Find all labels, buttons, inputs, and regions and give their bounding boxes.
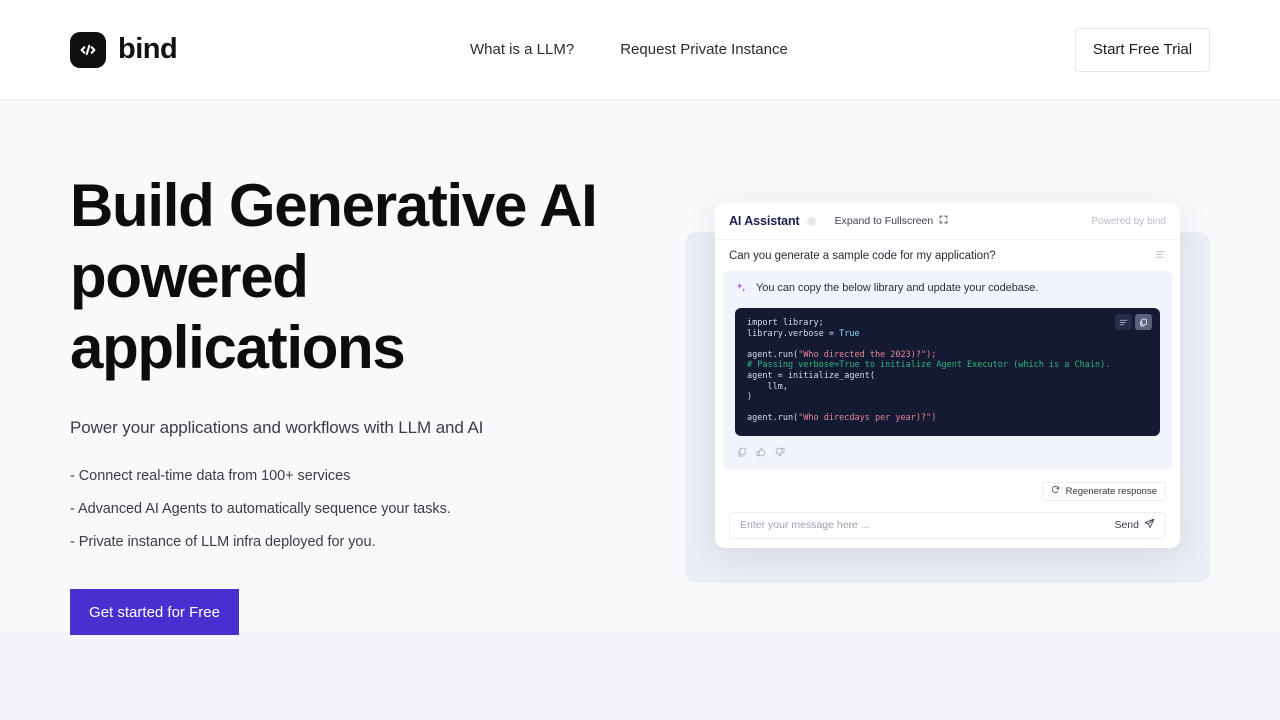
widget-header: AI Assistant Expand to Fullscreen Powere… — [715, 203, 1180, 240]
copy-icon[interactable] — [1135, 314, 1152, 330]
user-message-text: Can you generate a sample code for my ap… — [729, 249, 996, 262]
paper-plane-icon — [1144, 518, 1155, 532]
code-toolbar — [1115, 314, 1152, 330]
status-dot-icon — [806, 216, 816, 226]
brand-name: bind — [118, 33, 178, 65]
regenerate-label: Regenerate response — [1065, 485, 1157, 497]
code-token-bool: True — [839, 328, 860, 339]
page-title: Build Generative AI powered applications — [70, 172, 598, 381]
message-input[interactable] — [740, 519, 1115, 532]
navbar: bind What is a LLM? Request Private Inst… — [0, 0, 1280, 100]
nav-link-what-is-a-llm[interactable]: What is a LLM? — [470, 41, 574, 58]
send-button[interactable]: Send — [1114, 518, 1155, 532]
copy-icon[interactable] — [737, 444, 747, 462]
ai-assistant-widget: AI Assistant Expand to Fullscreen Powere… — [715, 203, 1180, 548]
code-line: agent.run( — [747, 413, 799, 424]
code-line: library.verbose = — [747, 328, 840, 339]
assistant-message-panel: You can copy the below library and updat… — [723, 271, 1172, 470]
hero-bullet-item: - Private instance of LLM infra deployed… — [70, 534, 376, 550]
thumbs-up-icon[interactable] — [756, 444, 766, 462]
expand-to-fullscreen-button[interactable]: Expand to Fullscreen — [835, 215, 949, 227]
hero-bullet-item: - Advanced AI Agents to automatically se… — [70, 501, 451, 517]
code-brackets-icon — [70, 31, 106, 68]
code-line: ) — [747, 392, 753, 403]
hero-content: Build Generative AI powered applications… — [70, 170, 630, 635]
sparkle-icon — [735, 281, 747, 299]
code-line: import library; — [747, 318, 824, 328]
nav-links: What is a LLM? Request Private Instance — [470, 41, 788, 58]
widget-title: AI Assistant — [729, 214, 800, 228]
get-started-button[interactable]: Get started for Free — [70, 589, 239, 635]
regenerate-row: Regenerate response — [715, 470, 1180, 501]
message-composer: Send — [729, 511, 1166, 539]
brand-logo[interactable]: bind — [70, 31, 178, 68]
assistant-message-row: You can copy the below library and updat… — [735, 281, 1160, 299]
wrap-lines-icon[interactable] — [1115, 314, 1132, 330]
lower-section-background — [0, 632, 1280, 720]
hero-bullet-item: - Connect real-time data from 100+ servi… — [70, 468, 351, 484]
start-free-trial-button[interactable]: Start Free Trial — [1075, 27, 1210, 72]
send-label: Send — [1114, 519, 1139, 532]
thumbs-down-icon[interactable] — [775, 444, 785, 462]
hero-subtitle: Power your applications and workflows wi… — [70, 418, 484, 437]
code-token-string: "Who direcdays per year)?") — [798, 413, 937, 424]
message-options-icon[interactable] — [1155, 247, 1166, 265]
code-content: import library; library.verbose = True a… — [747, 318, 1148, 424]
refresh-icon — [1051, 485, 1060, 497]
code-line: agent.run( — [747, 349, 799, 360]
feedback-row — [735, 444, 1160, 462]
expand-label: Expand to Fullscreen — [834, 215, 934, 227]
expand-fullscreen-icon — [939, 215, 948, 227]
code-line-comment: # Passing verbose=True to initialize Age… — [747, 360, 1111, 371]
hero-bullet-list: - Connect real-time data from 100+ servi… — [70, 468, 630, 550]
user-message-row: Can you generate a sample code for my ap… — [715, 240, 1180, 271]
regenerate-response-button[interactable]: Regenerate response — [1041, 481, 1166, 501]
code-token-string: "Who directed the 2023)?"); — [798, 349, 937, 360]
page-root: bind What is a LLM? Request Private Inst… — [0, 0, 1280, 720]
nav-link-request-private-instance[interactable]: Request Private Instance — [620, 41, 788, 58]
code-block: import library; library.verbose = True a… — [735, 308, 1160, 436]
code-line: agent = initialize_agent( — [747, 370, 875, 381]
code-line: llm, — [747, 381, 788, 392]
assistant-message-text: You can copy the below library and updat… — [756, 282, 1039, 294]
powered-by-label: Powered by bind — [1091, 215, 1167, 227]
